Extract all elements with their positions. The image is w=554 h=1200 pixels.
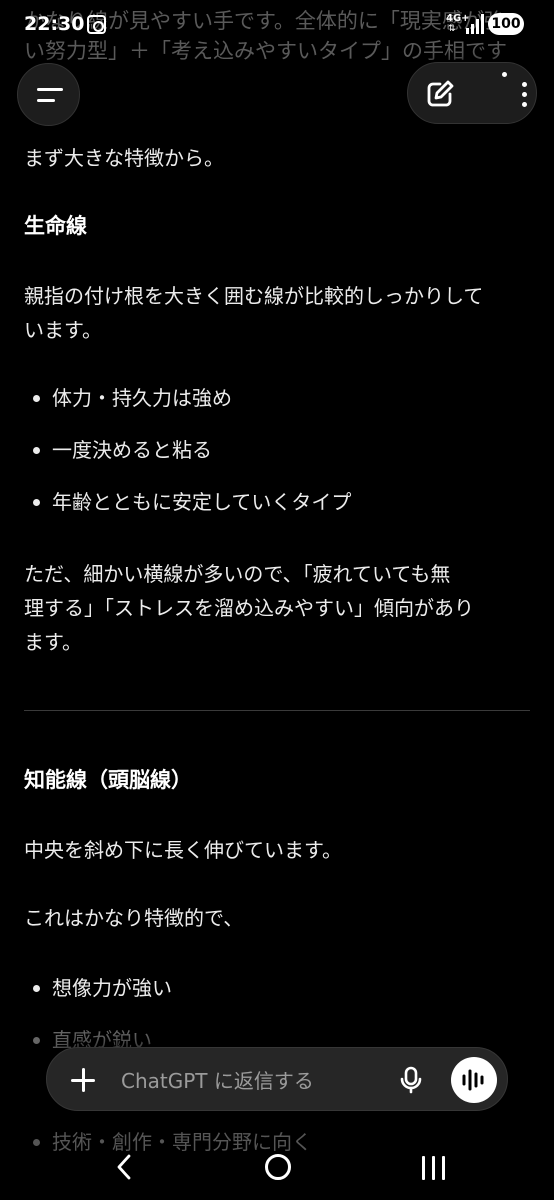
more-vertical-icon [502, 72, 527, 107]
paragraph-line: 理する」「ストレスを溜め込みやすい」傾向があり [24, 596, 474, 620]
home-icon[interactable] [265, 1154, 291, 1180]
sidebar-menu-button[interactable] [17, 63, 80, 126]
data-arrows-icon: ⇅ [448, 24, 456, 34]
paragraph-line: これはかなり特徴的で、 [24, 906, 244, 930]
more-options-button[interactable] [482, 72, 527, 116]
screen-recording-icon [87, 15, 106, 34]
status-bar: 22:30 4G+ ⇅ 100 [0, 0, 554, 48]
new-chat-button[interactable] [418, 72, 462, 116]
paragraph-line: ます。 [24, 630, 82, 654]
list-item-text: 体力・持久力は強め [52, 386, 232, 410]
edit-icon [427, 80, 454, 107]
bullet-dot [33, 499, 40, 506]
section-heading: 生命線 [24, 214, 87, 238]
recent-apps-icon[interactable] [422, 1156, 446, 1180]
chat-screen: かなり線が見やすい手です。全体的に「現実感が強 い努力型」＋「考え込みやすいタイ… [0, 0, 554, 1200]
battery-level: 100 [488, 13, 524, 35]
add-attachment-icon[interactable] [71, 1068, 95, 1092]
signal-icon [466, 14, 484, 34]
back-icon[interactable] [110, 1152, 140, 1182]
paragraph-line: 中央を斜め下に長く伸びています。 [24, 838, 342, 862]
header-actions [407, 62, 537, 124]
status-time: 22:30 [24, 13, 85, 35]
paragraph-line: ただ、細かい横線が多いので、「疲れていても無 [24, 562, 451, 586]
list-item-text: 一度決めると粘る [52, 438, 212, 462]
bullet-dot [33, 447, 40, 454]
bullet-dot [33, 1037, 40, 1044]
intro-text: まず大きな特徴から。 [24, 146, 224, 170]
section-heading: 知能線（頭脳線） [24, 768, 192, 792]
microphone-icon[interactable] [396, 1065, 426, 1095]
paragraph-line: 親指の付け根を大きく囲む線が比較的しっかりして [24, 284, 484, 308]
bullet-dot [33, 395, 40, 402]
message-composer[interactable]: ChatGPT に返信する [46, 1047, 508, 1111]
paragraph-line: います。 [24, 318, 102, 342]
section-divider [24, 710, 530, 711]
system-navigation-bar [0, 1140, 554, 1200]
list-item-text: 想像力が強い [52, 976, 172, 1000]
bullet-dot [33, 985, 40, 992]
list-item-text: 年齢とともに安定していくタイプ [52, 490, 352, 514]
voice-mode-button[interactable] [451, 1057, 497, 1103]
voice-waveform-icon [462, 1069, 484, 1091]
composer-placeholder[interactable]: ChatGPT に返信する [121, 1065, 314, 1094]
